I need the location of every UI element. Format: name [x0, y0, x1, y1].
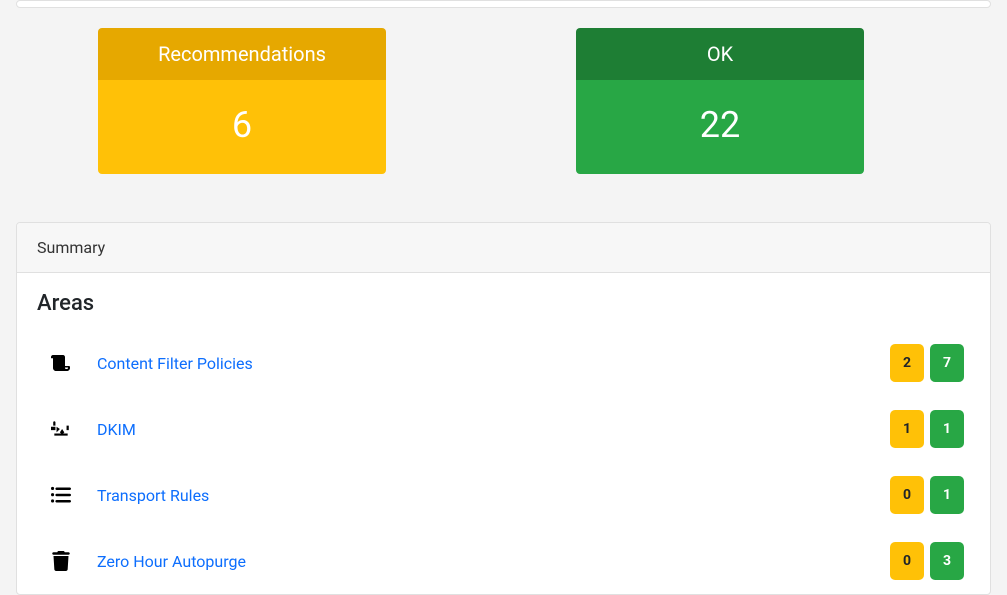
stat-card-ok[interactable]: OK 22 — [576, 28, 864, 174]
area-badge-warn: 1 — [890, 410, 924, 448]
scroll-icon — [49, 351, 73, 375]
area-badge-warn: 2 — [890, 344, 924, 382]
area-link-transport-rules[interactable]: Transport Rules — [97, 486, 890, 505]
area-row-transport-rules: Transport Rules 0 1 — [37, 462, 970, 528]
area-link-zero-hour-autopurge[interactable]: Zero Hour Autopurge — [97, 552, 890, 571]
stats-row: Recommendations 6 OK 22 — [16, 28, 991, 174]
area-row-dkim: DKIM 1 1 — [37, 396, 970, 462]
trash-icon — [49, 549, 73, 573]
area-badge-ok: 1 — [930, 410, 964, 448]
top-card-edge — [16, 0, 991, 8]
summary-header: Summary — [17, 223, 990, 273]
area-row-content-filter-policies: Content Filter Policies 2 7 — [37, 330, 970, 396]
area-badge-ok: 7 — [930, 344, 964, 382]
list-icon — [49, 483, 73, 507]
area-badge-warn: 0 — [890, 542, 924, 580]
area-badge-warn: 0 — [890, 476, 924, 514]
area-link-content-filter-policies[interactable]: Content Filter Policies — [97, 354, 890, 373]
area-link-dkim[interactable]: DKIM — [97, 420, 890, 439]
stat-ok-value: 22 — [576, 80, 864, 174]
stat-recommendations-label: Recommendations — [98, 28, 386, 80]
stat-ok-label: OK — [576, 28, 864, 80]
area-row-zero-hour-autopurge: Zero Hour Autopurge 0 3 — [37, 528, 970, 594]
signature-icon — [49, 417, 73, 441]
stat-card-recommendations[interactable]: Recommendations 6 — [98, 28, 386, 174]
summary-card: Summary Areas Content Filter Policies 2 … — [16, 222, 991, 595]
area-badge-ok: 3 — [930, 542, 964, 580]
areas-title: Areas — [37, 291, 970, 316]
area-badge-ok: 1 — [930, 476, 964, 514]
stat-recommendations-value: 6 — [98, 80, 386, 174]
